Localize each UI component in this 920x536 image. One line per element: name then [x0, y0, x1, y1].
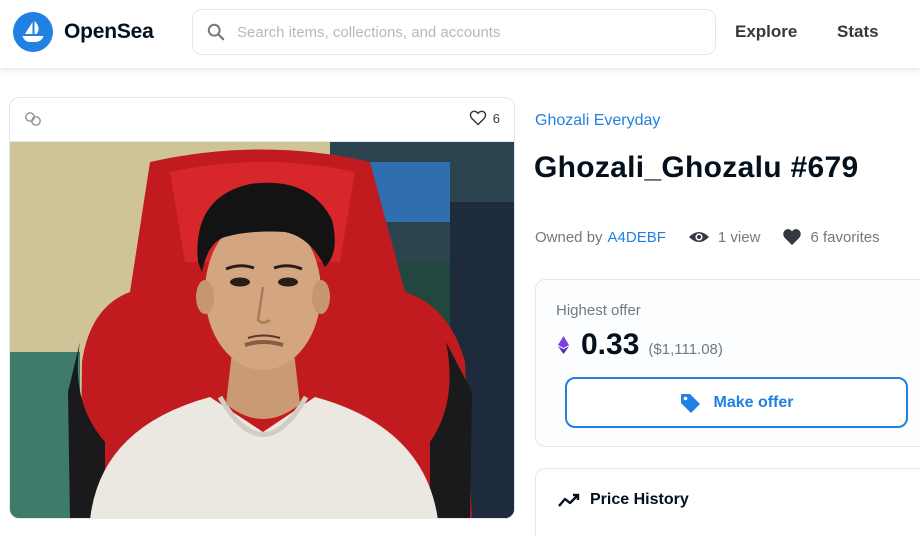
views-stat: 1 view — [688, 228, 761, 246]
views-count: 1 view — [717, 228, 761, 246]
nav-explore[interactable]: Explore — [735, 22, 797, 42]
search-bar[interactable] — [192, 9, 716, 55]
brand-name[interactable]: OpenSea — [64, 20, 154, 44]
nav-stats[interactable]: Stats — [837, 22, 879, 42]
asset-meta: Owned by A4DEBF 1 view 6 favorites — [535, 228, 880, 246]
make-offer-button[interactable]: Make offer — [565, 377, 908, 428]
opensea-logo-icon[interactable] — [13, 12, 53, 52]
trend-line-icon — [558, 493, 580, 507]
asset-media-card: 6 — [9, 97, 515, 519]
highest-offer-panel: Highest offer 0.33 ($1,111.08) Make offe… — [535, 279, 920, 447]
owner-link[interactable]: A4DEBF — [608, 229, 666, 246]
search-icon — [207, 23, 225, 41]
asset-title: Ghozali_Ghozalu #679 — [534, 151, 859, 184]
tag-icon — [681, 393, 701, 413]
offer-price-usd: ($1,111.08) — [648, 341, 723, 358]
price-history-label: Price History — [590, 491, 689, 508]
favorites-count: 6 favorites — [810, 228, 880, 246]
collection-link[interactable]: Ghozali Everyday — [535, 112, 660, 130]
favorites-stat: 6 favorites — [782, 228, 880, 246]
ethereum-icon — [558, 336, 569, 354]
price-history-panel: Price History — [535, 468, 920, 536]
heart-icon — [783, 229, 802, 246]
favorite-toggle[interactable]: 6 — [469, 110, 500, 126]
search-input[interactable] — [237, 23, 677, 41]
offer-price: 0.33 — [581, 328, 640, 361]
price-row: 0.33 ($1,111.08) — [558, 328, 723, 362]
eye-icon — [688, 232, 709, 242]
favorite-count: 6 — [492, 110, 500, 126]
price-history-toggle[interactable]: Price History — [558, 491, 689, 509]
top-navbar: OpenSea Explore Stats — [0, 0, 920, 68]
make-offer-label[interactable]: Make offer — [713, 394, 793, 412]
brand[interactable]: OpenSea — [13, 12, 154, 52]
highest-offer-label: Highest offer — [556, 302, 641, 319]
asset-image[interactable] — [10, 142, 514, 518]
asset-card-header: 6 — [10, 98, 514, 142]
heart-outline-icon[interactable] — [469, 110, 487, 126]
link-icon[interactable] — [24, 111, 44, 127]
owned-by-label: Owned by — [535, 228, 603, 246]
